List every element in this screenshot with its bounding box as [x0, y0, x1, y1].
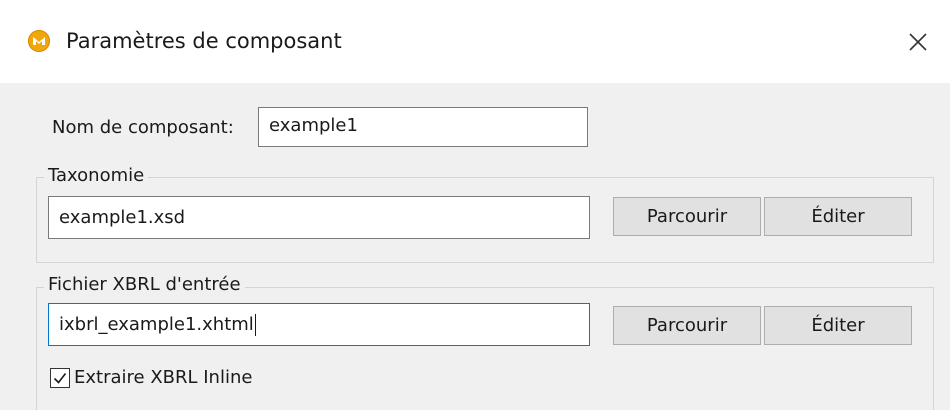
extract-inline-checkbox[interactable]	[50, 368, 70, 388]
extract-inline-label[interactable]: Extraire XBRL Inline	[74, 366, 252, 390]
input-file-edit-button[interactable]: Éditer	[764, 306, 912, 345]
input-file-input[interactable]: ixbrl_example1.xhtml	[48, 303, 590, 346]
title-bar: Paramètres de composant	[0, 0, 950, 83]
input-file-value: ixbrl_example1.xhtml	[59, 314, 254, 335]
component-settings-dialog: Paramètres de composant Nom de composant…	[0, 0, 950, 410]
close-icon	[909, 33, 927, 51]
taxonomy-legend: Taxonomie	[44, 164, 149, 188]
app-logo-icon	[28, 30, 50, 52]
component-name-input[interactable]: example1	[258, 107, 588, 147]
text-caret	[254, 314, 256, 336]
component-name-label: Nom de composant:	[52, 117, 234, 138]
input-file-legend: Fichier XBRL d'entrée	[44, 273, 245, 297]
dialog-title: Paramètres de composant	[66, 29, 342, 53]
taxonomy-edit-button[interactable]: Éditer	[764, 197, 912, 236]
input-file-browse-button[interactable]: Parcourir	[613, 306, 761, 345]
taxonomy-input[interactable]: example1.xsd	[48, 196, 590, 239]
taxonomy-browse-button[interactable]: Parcourir	[613, 197, 761, 236]
close-button[interactable]	[898, 22, 938, 62]
checkmark-icon	[53, 373, 67, 384]
